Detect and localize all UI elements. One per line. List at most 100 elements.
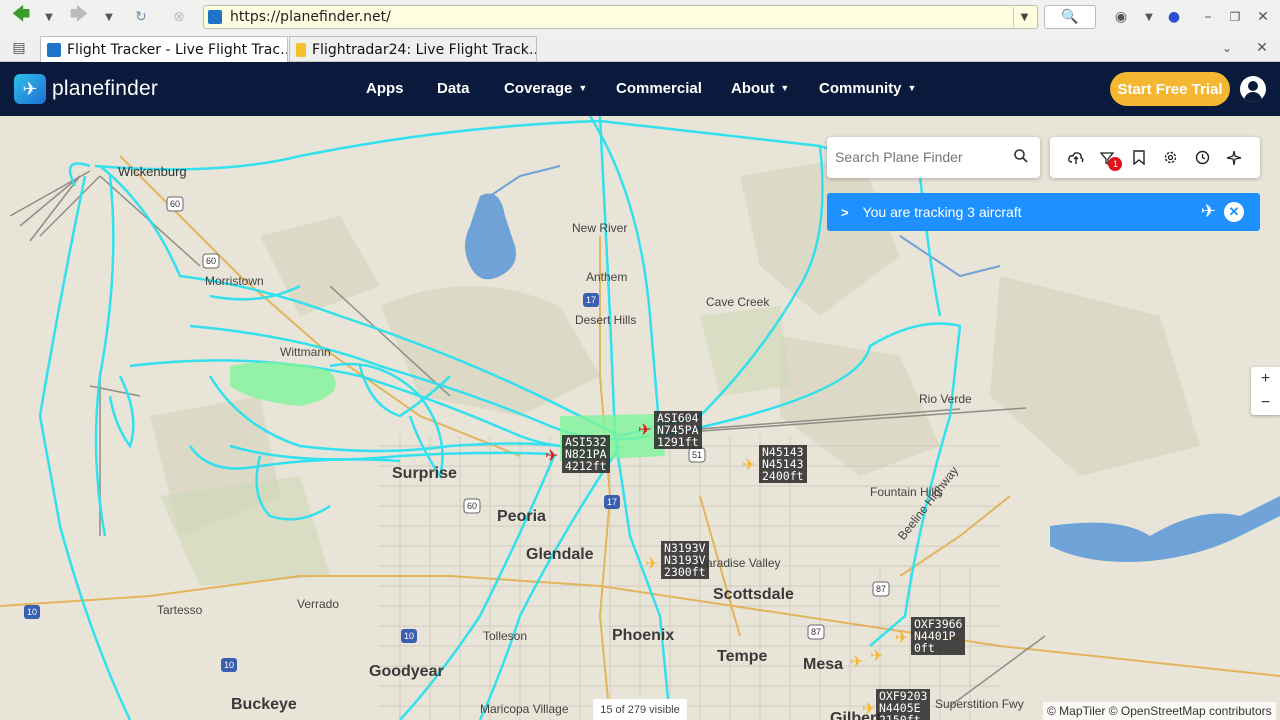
nav-about[interactable]: About ▼ xyxy=(731,80,789,97)
brand-name: planefinder xyxy=(52,77,159,100)
svg-text:87: 87 xyxy=(811,627,821,637)
map-attribution[interactable]: © MapTiler © OpenStreetMap contributors xyxy=(1043,702,1276,720)
aircraft-asi604-icon[interactable]: ✈ xyxy=(638,422,651,438)
tab-list-icon[interactable]: ▤ xyxy=(6,35,32,61)
aircraft-ground-icon[interactable]: ✈ xyxy=(870,648,883,664)
city-label: Phoenix xyxy=(612,627,675,644)
plane-icon: ✈ xyxy=(1200,201,1216,221)
user-account-icon[interactable] xyxy=(1240,76,1266,102)
address-bar[interactable]: https://planefinder.net/ ▼ xyxy=(203,5,1038,29)
browser-search-button[interactable]: 🔍 xyxy=(1044,5,1096,29)
aircraft-oxf9203-icon[interactable]: ✈ xyxy=(862,701,875,717)
chevron-down-icon: ▼ xyxy=(780,83,790,93)
nav-apps[interactable]: Apps xyxy=(366,80,404,97)
map-tools-panel: 1 xyxy=(1050,137,1260,178)
forward-history-dropdown-icon[interactable]: ▼ xyxy=(96,4,122,30)
close-tab-icon[interactable]: ✕ xyxy=(1249,35,1275,61)
history-icon[interactable] xyxy=(1192,148,1212,168)
city-label: Wittmann xyxy=(280,345,331,359)
aircraft-label-oxf3966[interactable]: OXF3966 N4401P 0ft xyxy=(911,617,966,655)
forward-icon[interactable]: 🡆 xyxy=(66,4,92,30)
restore-window-icon[interactable]: ❐ xyxy=(1222,4,1248,30)
aircraft-label-asi604[interactable]: ASI604 N745PA 1291ft xyxy=(654,411,702,449)
svg-text:10: 10 xyxy=(404,631,414,641)
aircraft-asi532-icon[interactable]: ✈ xyxy=(545,448,558,464)
svg-text:51: 51 xyxy=(692,450,702,460)
zoom-in-button[interactable]: + xyxy=(1251,367,1280,391)
extension-dropdown-icon[interactable]: ▼ xyxy=(1136,4,1162,30)
settings-icon[interactable] xyxy=(1161,148,1181,168)
planefinder-logo[interactable]: ✈ planefinder xyxy=(14,74,158,104)
aircraft-oxf3966-icon[interactable]: ✈ xyxy=(895,630,908,646)
magnifier-icon: 🔍 xyxy=(1061,9,1079,25)
svg-text:10: 10 xyxy=(224,660,234,670)
svg-text:60: 60 xyxy=(467,501,477,511)
tab-flightradar24[interactable]: Flightradar24: Live Flight Track… xyxy=(289,36,537,62)
city-label: Glendale xyxy=(526,546,594,563)
chevron-down-icon: ▼ xyxy=(907,83,917,93)
city-label: Peoria xyxy=(497,508,546,525)
zoom-out-button[interactable]: − xyxy=(1251,391,1280,415)
nav-commercial[interactable]: Commercial xyxy=(616,80,702,97)
back-icon[interactable]: 🡄 xyxy=(8,4,34,30)
bookmark-icon[interactable] xyxy=(1129,148,1149,168)
close-window-icon[interactable]: ✕ xyxy=(1250,4,1276,30)
url-dropdown-icon[interactable]: ▼ xyxy=(1013,7,1035,27)
back-history-dropdown-icon[interactable]: ▼ xyxy=(36,4,62,30)
nav-coverage[interactable]: Coverage ▼ xyxy=(504,80,587,97)
city-label: Cave Creek xyxy=(706,295,770,309)
filter-icon[interactable]: 1 xyxy=(1097,148,1123,171)
city-label: Tolleson xyxy=(483,629,528,643)
tracking-banner[interactable]: > You are tracking 3 aircraft ✈ ✕ xyxy=(827,193,1260,231)
svg-text:10: 10 xyxy=(27,607,37,617)
close-tracking-button[interactable]: ✕ xyxy=(1224,202,1244,222)
city-label: Anthem xyxy=(586,270,628,284)
city-label: Buckeye xyxy=(231,696,297,713)
cloud-upload-icon[interactable] xyxy=(1066,148,1086,168)
extension-icon[interactable]: ◉ xyxy=(1108,4,1134,30)
city-label: Rio Verde xyxy=(919,392,972,406)
plane-search-panel xyxy=(827,137,1040,178)
search-icon[interactable] xyxy=(1014,149,1028,163)
aircraft-label-n45143[interactable]: N45143 N45143 2400ft xyxy=(759,445,807,483)
city-label: New River xyxy=(572,221,628,235)
city-label: Tartesso xyxy=(157,603,203,617)
nav-data[interactable]: Data xyxy=(437,80,470,97)
city-label: Goodyear xyxy=(369,663,444,680)
nav-community[interactable]: Community ▼ xyxy=(819,80,916,97)
expand-chevron-icon[interactable]: > xyxy=(841,205,849,220)
tab-title: Flight Tracker - Live Flight Trac… xyxy=(67,41,288,58)
aircraft-label-oxf9203[interactable]: OXF9203 N4405E 2150ft xyxy=(876,689,931,720)
tab-bar: ▤ Flight Tracker - Live Flight Trac… Fli… xyxy=(0,34,1280,62)
aircraft-ground-icon[interactable]: ✈ xyxy=(850,654,863,670)
tab-flight-tracker[interactable]: Flight Tracker - Live Flight Trac… xyxy=(40,36,288,62)
city-label: Maricopa Village xyxy=(480,702,569,716)
airspace-icon[interactable] xyxy=(1224,148,1244,168)
city-label: Mesa xyxy=(803,656,844,673)
svg-text:17: 17 xyxy=(586,295,596,305)
city-label: Wickenburg xyxy=(118,164,187,179)
reload-icon[interactable]: ↻ xyxy=(128,4,154,30)
profile-globe-icon[interactable]: ● xyxy=(1161,4,1187,30)
aircraft-label-n3193v[interactable]: N3193V N3193V 2300ft xyxy=(661,541,709,579)
city-label: Scottsdale xyxy=(713,586,794,603)
visible-aircraft-count: 15 of 279 visible xyxy=(593,699,687,720)
aircraft-n45143-icon[interactable]: ✈ xyxy=(742,457,755,473)
site-header: ✈ planefinder Apps Data Coverage ▼ Commer… xyxy=(0,62,1280,116)
tab-title: Flightradar24: Live Flight Track… xyxy=(312,41,537,58)
browser-toolbar: 🡄 ▼ 🡆 ▼ ↻ ⊗ https://planefinder.net/ ▼ 🔍… xyxy=(0,0,1280,34)
stop-icon[interactable]: ⊗ xyxy=(166,4,192,30)
city-label: Desert Hills xyxy=(575,313,637,327)
url-text[interactable]: https://planefinder.net/ xyxy=(230,9,391,25)
city-label: Tempe xyxy=(717,648,768,665)
plane-search-input[interactable] xyxy=(835,143,1005,171)
start-free-trial-button[interactable]: Start Free Trial xyxy=(1110,72,1230,106)
aircraft-n3193v-icon[interactable]: ✈ xyxy=(645,556,658,572)
plane-logo-icon: ✈ xyxy=(14,74,46,104)
svg-text:60: 60 xyxy=(206,256,216,266)
minimize-window-icon[interactable]: – xyxy=(1195,4,1221,30)
chevron-down-icon: ▼ xyxy=(578,83,588,93)
planefinder-favicon-icon xyxy=(47,42,61,57)
tab-overflow-icon[interactable]: ⌄ xyxy=(1214,35,1240,61)
aircraft-label-asi532[interactable]: ASI532 N821PA 4212ft xyxy=(562,435,610,473)
